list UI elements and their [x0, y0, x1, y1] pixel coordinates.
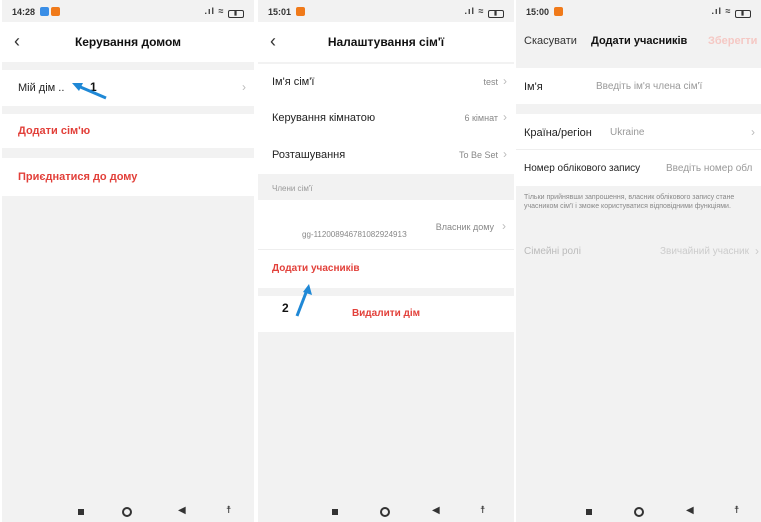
- member-role: Власник дому: [435, 222, 494, 232]
- nav-bar: Скасувати Додати учасників Зберегти: [516, 22, 761, 62]
- member-id: gg-11200894678108292491З: [302, 230, 407, 239]
- status-time: 14:28: [12, 7, 60, 17]
- location-value: To Be Set: [458, 150, 498, 160]
- invitation-note: Тільки прийнявши запрошення, власник обл…: [524, 194, 735, 210]
- status-bar: 14:28 .ıl ≈ ▮: [2, 0, 254, 22]
- recents-icon[interactable]: [78, 509, 84, 515]
- family-settings-group: Ім'я сім'ї test › Керування кімнатою 6 к…: [258, 64, 514, 174]
- accessibility-icon[interactable]: ☨: [734, 505, 739, 516]
- account-row[interactable]: Номер облікового запису Введіть номер об…: [516, 150, 761, 186]
- cancel-button[interactable]: Скасувати: [524, 35, 577, 47]
- page-title: Налаштування сім'ї: [327, 35, 445, 49]
- name-label: Ім'я: [524, 81, 543, 93]
- add-family-button[interactable]: Додати сім'ю: [18, 125, 90, 137]
- app-notification-icon: [553, 7, 563, 16]
- account-input[interactable]: Введіть номер обл: [666, 163, 752, 174]
- family-roles-value: Звичайний учасник: [659, 246, 749, 257]
- back-nav-icon[interactable]: ◀: [432, 505, 440, 516]
- location-row[interactable]: Розташування To Be Set ›: [258, 136, 514, 172]
- my-home-label: Мій дім ..: [18, 82, 65, 94]
- app-notification-icon: [50, 7, 60, 16]
- chevron-right-icon: ›: [503, 110, 507, 124]
- home-icon[interactable]: [380, 507, 390, 517]
- name-input[interactable]: Введіть ім'я члена сім'ї: [596, 81, 702, 92]
- home-icon[interactable]: [122, 507, 132, 517]
- status-bar: 15:00 .ıl ≈ ▮: [516, 0, 761, 22]
- room-management-label: Керування кімнатою: [272, 112, 376, 124]
- annotation-arrow-icon: [72, 83, 107, 100]
- country-row[interactable]: Країна/регіон Ukraine ›: [516, 114, 761, 150]
- screen-home-management: 14:28 .ıl ≈ ▮ ‹ Керування домом Мій дім …: [2, 0, 254, 522]
- name-row[interactable]: Ім'я Введіть ім'я члена сім'ї: [516, 68, 761, 104]
- chevron-right-icon: ›: [502, 219, 506, 233]
- members-group: gg-11200894678108292491З Власник дому › …: [258, 200, 514, 288]
- country-label: Країна/регіон: [524, 127, 592, 139]
- page-title: Керування домом: [74, 35, 182, 49]
- add-family-row[interactable]: Додати сім'ю: [2, 114, 254, 148]
- location-label: Розташування: [272, 149, 346, 161]
- chevron-right-icon: ›: [503, 147, 507, 161]
- android-nav-bar: ◀ ☨: [516, 500, 761, 522]
- app-notification-icon: [295, 7, 305, 16]
- home-icon[interactable]: [634, 507, 644, 517]
- family-name-label: Ім'я сім'ї: [272, 76, 315, 88]
- family-roles-label: Сімейні ролі: [524, 246, 581, 257]
- back-nav-icon[interactable]: ◀: [686, 505, 694, 516]
- android-nav-bar: ◀ ☨: [2, 500, 254, 522]
- android-nav-bar: ◀ ☨: [258, 500, 514, 522]
- country-value: Ukraine: [610, 127, 645, 138]
- screen-family-settings: 15:01 .ıl ≈ ▮ ‹ Налаштування сім'ї Ім'я …: [258, 0, 514, 522]
- family-name-value: test: [483, 77, 498, 87]
- members-section-header: Члени сім'ї: [272, 184, 313, 193]
- nav-bar: ‹ Керування домом: [2, 22, 254, 62]
- status-time-text: 15:00: [526, 7, 550, 17]
- chevron-right-icon: ›: [242, 80, 246, 94]
- signal-wifi-battery-icon: .ıl ≈ ▮: [205, 6, 244, 18]
- account-group: Країна/регіон Ukraine › Номер облікового…: [516, 114, 761, 186]
- room-count-value: 6 кімнат: [464, 113, 498, 123]
- recents-icon[interactable]: [332, 509, 338, 515]
- signal-wifi-battery-icon: .ıl ≈ ▮: [465, 6, 504, 18]
- join-home-button[interactable]: Приєднатися до дому: [18, 171, 137, 183]
- my-home-row[interactable]: Мій дім .. ›: [2, 70, 254, 106]
- nav-bar: ‹ Налаштування сім'ї: [258, 22, 514, 62]
- app-notification-icon: [39, 7, 49, 16]
- status-time: 15:00: [526, 7, 563, 17]
- status-time: 15:01: [268, 7, 305, 17]
- signal-wifi-battery-icon: .ıl ≈ ▮: [712, 6, 751, 18]
- annotation-arrow-icon: [295, 284, 312, 317]
- step-number: 2: [282, 301, 289, 315]
- accessibility-icon[interactable]: ☨: [480, 505, 485, 516]
- family-roles-row: Сімейні ролі Звичайний учасник ›: [516, 236, 761, 270]
- chevron-right-icon: ›: [751, 125, 755, 139]
- recents-icon[interactable]: [586, 509, 592, 515]
- member-row[interactable]: gg-11200894678108292491З Власник дому ›: [258, 200, 514, 250]
- back-nav-icon[interactable]: ◀: [178, 505, 186, 516]
- page-title: Додати учасників: [591, 35, 688, 47]
- accessibility-icon[interactable]: ☨: [226, 505, 231, 516]
- account-label: Номер облікового запису: [524, 163, 641, 174]
- add-members-button[interactable]: Додати учасників: [272, 263, 360, 274]
- chevron-right-icon: ›: [755, 244, 759, 258]
- room-management-row[interactable]: Керування кімнатою 6 кімнат ›: [258, 100, 514, 136]
- status-bar: 15:01 .ıl ≈ ▮: [258, 0, 514, 22]
- save-button[interactable]: Зберегти: [708, 35, 757, 47]
- chevron-right-icon: ›: [503, 74, 507, 88]
- status-time-text: 14:28: [12, 7, 36, 17]
- status-time-text: 15:01: [268, 7, 292, 17]
- screen-add-members: 15:00 .ıl ≈ ▮ Скасувати Додати учасників…: [516, 0, 761, 522]
- join-home-row[interactable]: Приєднатися до дому: [2, 158, 254, 196]
- family-name-row[interactable]: Ім'я сім'ї test ›: [258, 64, 514, 100]
